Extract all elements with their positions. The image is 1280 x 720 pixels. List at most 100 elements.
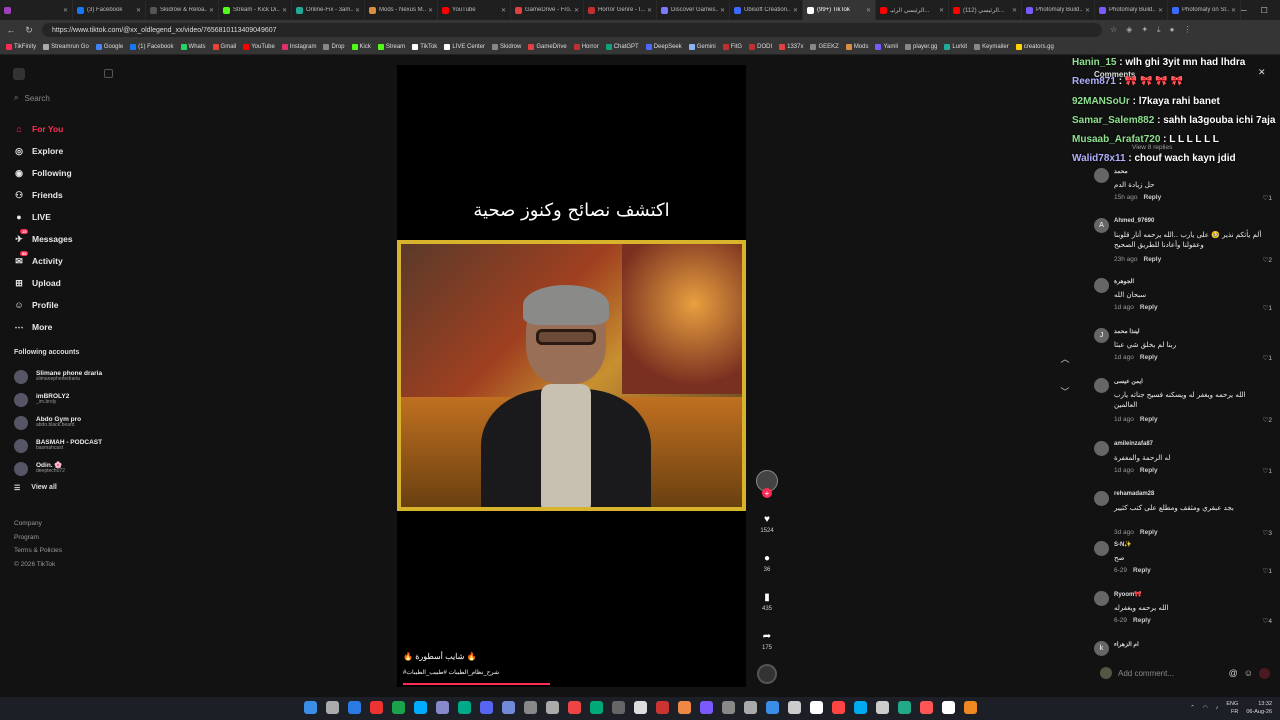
comment-username[interactable]: لينذا محمد <box>1114 328 1140 335</box>
nav-item-friends[interactable]: ⚇ Friends <box>13 184 123 206</box>
taskbar-app-icon[interactable] <box>678 701 691 714</box>
bookmark-item[interactable]: (1) Facebook <box>130 44 174 50</box>
taskbar-app-icon[interactable] <box>766 701 779 714</box>
reply-button[interactable]: Reply <box>1133 617 1151 624</box>
browser-tab[interactable]: Stream - Kick Di... ✕ <box>219 0 292 20</box>
taskbar-app-icon[interactable] <box>876 701 889 714</box>
comment-like[interactable]: ♡1 <box>1263 354 1272 362</box>
comment-username[interactable]: rehamadam28 <box>1114 491 1154 497</box>
following-account[interactable]: Slimane phone draria slimanephonedraria <box>14 365 126 388</box>
browser-tab[interactable]: ✕ <box>0 0 73 20</box>
bookmark-item[interactable]: DODI <box>749 44 772 50</box>
bookmark-item[interactable]: Google <box>95 44 123 50</box>
wifi-icon[interactable]: ◠ <box>1203 705 1208 711</box>
download-icon[interactable]: ⤓ <box>1157 25 1161 35</box>
bookmark-item[interactable]: GEEKZ <box>810 44 839 50</box>
reply-button[interactable]: Reply <box>1140 354 1158 361</box>
browser-tab[interactable]: Photomaly on St... ✕ <box>1168 0 1241 20</box>
tab-close-icon[interactable]: ✕ <box>647 7 652 14</box>
taskbar-app-icon[interactable] <box>502 701 515 714</box>
nav-item-following[interactable]: ◉ Following <box>13 162 123 184</box>
comment-avatar[interactable] <box>1094 168 1109 183</box>
mention-icon[interactable]: @ <box>1229 668 1238 678</box>
taskbar-app-icon[interactable] <box>480 701 493 714</box>
comment-like[interactable]: ♡4 <box>1263 617 1272 625</box>
tab-close-icon[interactable]: ✕ <box>355 7 360 14</box>
comment-action[interactable]: ● 36 <box>752 553 782 573</box>
reply-button[interactable]: Reply <box>1140 304 1158 311</box>
bookmark-item[interactable]: YouTube <box>243 44 275 50</box>
video-progress-bar[interactable] <box>403 683 550 685</box>
taskbar-app-icon[interactable] <box>656 701 669 714</box>
browser-tab[interactable]: Online-Fix - 3am... ✕ <box>292 0 365 20</box>
taskbar-app-icon[interactable] <box>590 701 603 714</box>
nav-item-explore[interactable]: ◎ Explore <box>13 140 123 162</box>
bookmark-item[interactable]: Horror <box>573 44 599 50</box>
taskbar-app-icon[interactable] <box>612 701 625 714</box>
bookmark-item[interactable]: FitG <box>722 44 742 50</box>
comment-username[interactable]: amileinzafa87 <box>1114 441 1153 447</box>
taskbar-app-icon[interactable] <box>722 701 735 714</box>
following-account[interactable]: imBROLY2 _im.broly <box>14 388 126 411</box>
bookmark-item[interactable]: Kick <box>351 44 371 50</box>
comment-username[interactable]: ام الزهراء <box>1114 641 1139 648</box>
comment-avatar[interactable]: A <box>1094 218 1109 233</box>
taskbar-app-icon[interactable] <box>832 701 845 714</box>
next-video-icon[interactable]: ﹀ <box>1058 385 1072 398</box>
taskbar-app-icon[interactable] <box>898 701 911 714</box>
extension-icon[interactable]: ◈ <box>1126 25 1132 35</box>
nav-item-profile[interactable]: ☺ Profile <box>13 294 123 316</box>
tab-close-icon[interactable]: ✕ <box>1158 7 1163 14</box>
taskbar-app-icon[interactable] <box>920 701 933 714</box>
taskbar-app-icon[interactable] <box>810 701 823 714</box>
like-action[interactable]: ♥ 1524 <box>752 514 782 534</box>
url-field[interactable]: https://www.tiktok.com/@xx_oldlegend_xx/… <box>42 23 1102 37</box>
collapse-sidebar-icon[interactable] <box>104 69 113 78</box>
comment-avatar[interactable]: J <box>1094 328 1109 343</box>
comment-like[interactable]: ♡1 <box>1263 304 1272 312</box>
comment-username[interactable]: محمد <box>1114 168 1128 175</box>
reply-button[interactable]: Reply <box>1140 467 1158 474</box>
share-action[interactable]: ➦ 175 <box>752 631 782 651</box>
clock[interactable]: 13:32 06-Aug-26 <box>1246 700 1272 716</box>
bookmark-item[interactable]: Skidrow <box>492 44 521 50</box>
browser-tab[interactable]: Skidrow & Reloa... ✕ <box>146 0 219 20</box>
bookmark-item[interactable]: TikTok <box>412 44 437 50</box>
comment-avatar[interactable]: k <box>1094 641 1109 656</box>
footer-link[interactable]: Terms & Policies <box>14 544 62 558</box>
reply-button[interactable]: Reply <box>1144 256 1162 263</box>
menu-icon[interactable]: ⋮ <box>1183 25 1191 35</box>
tab-close-icon[interactable]: ✕ <box>720 7 725 14</box>
taskbar-app-icon[interactable] <box>700 701 713 714</box>
taskbar-app-icon[interactable] <box>326 701 339 714</box>
browser-tab[interactable]: Photomaly Build... ✕ <box>1022 0 1095 20</box>
tray-chevron-icon[interactable]: ⌃ <box>1190 705 1195 711</box>
volume-icon[interactable]: ♪ <box>1216 705 1219 711</box>
bookmark-item[interactable]: creators.gg <box>1015 44 1054 50</box>
taskbar-app-icon[interactable] <box>524 701 537 714</box>
browser-tab[interactable]: Horror Genre - I... ✕ <box>584 0 657 20</box>
video-player[interactable]: اكتشف نصائح وكنوز صحية 🔥 شايب أسطورة 🔥 #… <box>397 65 746 687</box>
browser-tab[interactable]: Ubisoft Creation... ✕ <box>730 0 803 20</box>
close-comments-icon[interactable]: ✕ <box>1258 67 1266 78</box>
view-all-link[interactable]: ☰ View all <box>14 484 57 492</box>
comment-like[interactable]: ♡3 <box>1263 529 1272 537</box>
bookmark-item[interactable]: Streamrun Go <box>43 44 89 50</box>
bookmark-item[interactable]: ChatGPT <box>605 44 639 50</box>
browser-tab[interactable]: (99+) TikTok ✕ <box>803 0 876 20</box>
taskbar-app-icon[interactable] <box>414 701 427 714</box>
comment-input[interactable]: Add comment... <box>1118 669 1223 678</box>
footer-link[interactable]: Program <box>14 531 62 545</box>
tab-close-icon[interactable]: ✕ <box>939 7 944 14</box>
maximize-icon[interactable]: ☐ <box>1261 6 1268 15</box>
minimize-icon[interactable]: ─ <box>1241 6 1247 15</box>
taskbar-app-icon[interactable] <box>744 701 757 714</box>
bookmark-item[interactable]: Drop <box>323 44 345 50</box>
comment-avatar[interactable] <box>1094 378 1109 393</box>
bookmark-item[interactable]: 1337x <box>779 44 803 50</box>
nav-item-activity[interactable]: ✉ 99 Activity <box>13 250 123 272</box>
taskbar-app-icon[interactable] <box>634 701 647 714</box>
following-account[interactable]: Abdo Gym pro abdo.black.beard <box>14 411 126 434</box>
tab-close-icon[interactable]: ✕ <box>866 7 871 14</box>
bookmark-item[interactable]: GameDrive <box>528 44 567 50</box>
